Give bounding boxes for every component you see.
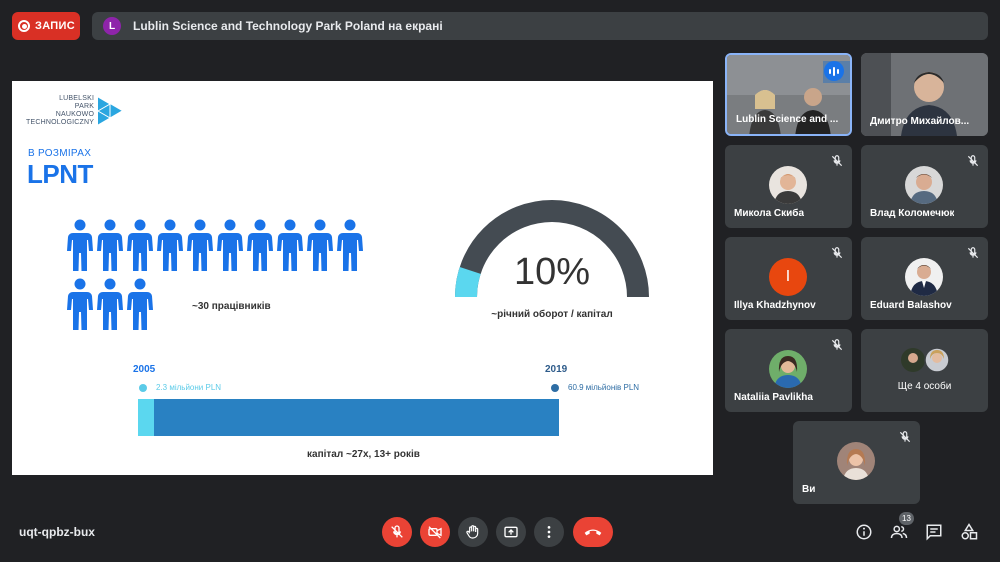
camera-off-icon [428,526,442,539]
present-screen-button[interactable] [496,517,526,547]
participant-name: Illya Khadzhynov [734,300,816,311]
employees-label: ~30 працівників [192,301,271,312]
gauge-value: 10% [513,251,591,293]
person-icon [335,219,365,274]
avatar: I [769,258,807,296]
avatar [905,258,943,296]
person-icon [95,219,125,274]
end-value: 60.9 мільйонів PLN [568,383,640,392]
speaking-indicator-icon [824,61,844,81]
person-icon [125,219,155,274]
mic-off-icon [967,247,979,259]
start-value: 2.3 мільйони PLN [156,383,222,392]
participant-tile-lublin[interactable]: Lublin Science and ... [725,53,852,136]
start-year: 2005 [133,364,156,375]
person-icon [65,278,95,333]
participant-tile-self[interactable]: Ви [793,421,920,504]
microphone-toggle-button[interactable] [382,517,412,547]
leave-call-button[interactable] [573,517,613,547]
logo-triangle-icon [97,96,123,126]
person-icon [155,219,185,274]
recording-label: ЗАПИС [35,20,75,32]
person-icon [185,219,215,274]
avatar [905,166,943,204]
participant-tile-mykola[interactable]: Микола Скиба [725,145,852,228]
end-dot [551,384,559,392]
participant-name: Eduard Balashov [870,300,952,311]
participant-tile-vlad[interactable]: Влад Коломечюк [861,145,988,228]
mic-off-icon [899,431,911,443]
present-screen-icon [504,526,518,538]
employees-pictogram [65,219,365,337]
presented-slide: LUBELSKI PARK NAUKOWO TECHNOLOGICZNY В Р… [12,81,713,475]
person-icon [215,219,245,274]
raise-hand-button[interactable] [458,517,488,547]
participant-tile-eduard[interactable]: Eduard Balashov [861,237,988,320]
chat-icon [926,524,942,541]
mic-off-icon [831,339,843,351]
avatar [769,350,807,388]
mic-off-icon [391,525,403,538]
presentation-banner-text: Lublin Science and Technology Park Polan… [133,19,443,33]
person-icon [305,219,335,274]
more-participants-avatars [901,347,950,373]
meeting-code: uqt-qpbz-bux [19,525,95,539]
mic-off-icon [831,247,843,259]
participant-tile-illya[interactable]: I Illya Khadzhynov [725,237,852,320]
activities-button[interactable] [959,522,979,542]
activities-icon [961,523,978,540]
slide-heading: LPNT [27,159,93,189]
hang-up-icon [584,529,602,536]
participant-name: Lublin Science and ... [736,114,839,125]
person-icon [65,219,95,274]
slide-subheading: В РОЗМІРАХ [28,148,92,159]
gauge-label: ~річний оборот / капітал [491,309,613,320]
record-icon [18,20,30,32]
lpnt-logo: LUBELSKI PARK NAUKOWO TECHNOLOGICZNY [26,95,124,127]
avatar [769,166,807,204]
person-icon [95,278,125,333]
participant-tile-more[interactable]: Ще 4 особи [861,329,988,412]
start-dot [139,384,147,392]
people-icon [890,525,908,539]
participant-tile-dmytro[interactable]: Дмитро Михайлов... [861,53,988,136]
participant-name: Nataliia Pavlikha [734,392,813,403]
person-icon [245,219,275,274]
people-count-badge: 13 [899,512,914,525]
people-button[interactable] [889,522,909,542]
person-icon [125,278,155,333]
more-participants-label: Ще 4 особи [897,381,952,392]
capital-bar [138,399,559,436]
camera-toggle-button[interactable] [420,517,450,547]
participant-name: Ви [802,484,816,495]
chat-button[interactable] [924,522,944,542]
mic-off-icon [967,155,979,167]
end-year: 2019 [545,364,568,375]
participant-name: Микола Скиба [734,208,805,219]
capital-bar-start-segment [138,399,154,436]
presenter-avatar: L [103,17,121,35]
info-icon [856,524,872,540]
participant-name: Влад Коломечюк [870,208,955,219]
participant-name: Дмитро Михайлов... [870,116,970,127]
person-icon [275,219,305,274]
participant-tile-nataliia[interactable]: Nataliia Pavlikha [725,329,852,412]
hand-icon [466,525,479,539]
presentation-banner: L Lublin Science and Technology Park Pol… [92,12,988,40]
avatar [837,442,875,480]
more-options-button[interactable] [534,517,564,547]
mic-off-icon [831,155,843,167]
capital-label: капітал ~27х, 13+ років [307,449,420,460]
meeting-details-button[interactable] [854,522,874,542]
recording-button[interactable]: ЗАПИС [12,12,80,40]
more-vert-icon [547,526,551,538]
